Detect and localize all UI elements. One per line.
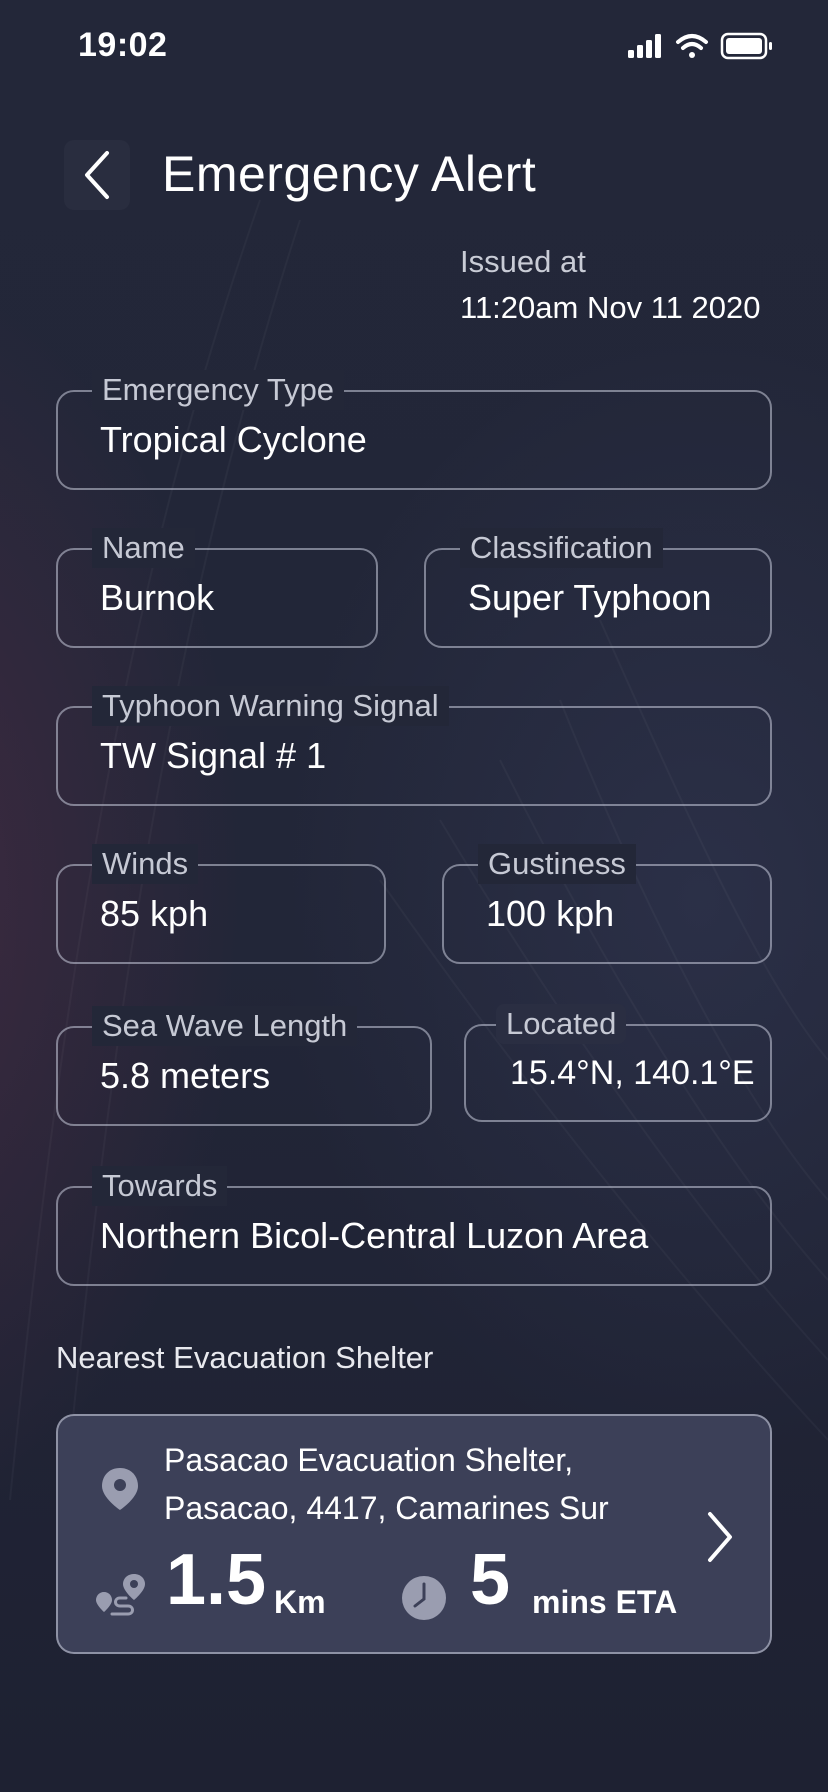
field-value: 85 kph: [100, 893, 209, 934]
back-button[interactable]: [64, 140, 130, 210]
located-field: Located 15.4°N, 140.1°E: [464, 1004, 772, 1122]
location-pin-icon: [102, 1468, 138, 1510]
shelter-card[interactable]: Pasacao Evacuation Shelter, Pasacao, 441…: [56, 1414, 772, 1654]
classification-field: Classification Super Typhoon: [424, 528, 772, 648]
field-value: 15.4°N, 140.1°E: [510, 1053, 755, 1092]
name-field: Name Burnok: [56, 528, 378, 648]
route-icon: [96, 1574, 145, 1616]
shelter-address-line2: Pasacao, 4417, Camarines Sur: [164, 1490, 609, 1526]
shelter-name-line1: Pasacao Evacuation Shelter,: [164, 1442, 574, 1478]
emergency-type-field: Emergency Type Tropical Cyclone: [56, 370, 772, 490]
winds-field: Winds 85 kph: [56, 844, 386, 964]
warning-signal-field: Typhoon Warning Signal TW Signal # 1: [56, 686, 772, 806]
gustiness-field: Gustiness 100 kph: [442, 844, 772, 964]
chevron-right-icon[interactable]: [704, 1510, 736, 1564]
eta-unit: mins ETA: [532, 1584, 678, 1620]
distance-value: 1.5: [166, 1540, 267, 1620]
issued-label: Issued at: [460, 244, 586, 279]
section-label: Nearest Evacuation Shelter: [56, 1340, 434, 1375]
chevron-left-icon: [85, 151, 109, 199]
field-value: Tropical Cyclone: [100, 419, 367, 460]
issued-value: 11:20am Nov 11 2020: [460, 290, 761, 325]
status-time: 19:02: [78, 26, 168, 64]
field-value: TW Signal # 1: [100, 735, 327, 776]
battery-icon: [720, 32, 772, 60]
field-value: Burnok: [100, 577, 215, 618]
sea-wave-field: Sea Wave Length 5.8 meters: [56, 1006, 432, 1126]
wifi-icon: [676, 34, 708, 58]
eta-value: 5: [470, 1540, 511, 1620]
clock-icon: [402, 1576, 446, 1620]
signal-icon: [628, 34, 661, 58]
field-value: 5.8 meters: [100, 1055, 271, 1096]
page-title: Emergency Alert: [162, 146, 537, 202]
field-value: Super Typhoon: [468, 577, 712, 618]
status-icons: [626, 30, 776, 66]
field-value: Northern Bicol-Central Luzon Area: [100, 1215, 649, 1256]
distance-unit: Km: [274, 1584, 326, 1620]
field-value: 100 kph: [486, 893, 615, 934]
towards-field: Towards Northern Bicol-Central Luzon Are…: [56, 1166, 772, 1286]
